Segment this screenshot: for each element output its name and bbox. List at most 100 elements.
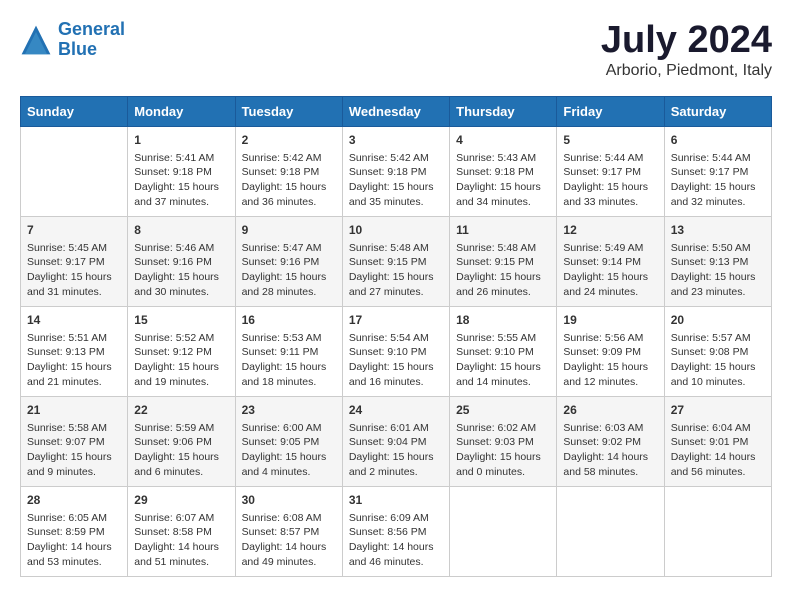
sunrise-text: Sunrise: 5:54 AM — [349, 331, 443, 346]
sunset-text: Sunset: 9:18 PM — [349, 165, 443, 180]
daylight-text: Daylight: 15 hours and 27 minutes. — [349, 270, 443, 299]
day-number: 18 — [456, 312, 550, 329]
daylight-text: Daylight: 15 hours and 31 minutes. — [27, 270, 121, 299]
calendar-cell: 21Sunrise: 5:58 AMSunset: 9:07 PMDayligh… — [21, 396, 128, 486]
sunrise-text: Sunrise: 5:52 AM — [134, 331, 228, 346]
calendar-week-row: 14Sunrise: 5:51 AMSunset: 9:13 PMDayligh… — [21, 306, 772, 396]
daylight-text: Daylight: 15 hours and 9 minutes. — [27, 450, 121, 479]
calendar-cell: 19Sunrise: 5:56 AMSunset: 9:09 PMDayligh… — [557, 306, 664, 396]
daylight-text: Daylight: 15 hours and 36 minutes. — [242, 180, 336, 209]
sunrise-text: Sunrise: 6:07 AM — [134, 511, 228, 526]
calendar-cell: 25Sunrise: 6:02 AMSunset: 9:03 PMDayligh… — [450, 396, 557, 486]
sunrise-text: Sunrise: 5:49 AM — [563, 241, 657, 256]
sunrise-text: Sunrise: 6:05 AM — [27, 511, 121, 526]
sunrise-text: Sunrise: 5:42 AM — [242, 151, 336, 166]
calendar-cell: 10 Sunrise: 5:48 AMSunset: 9:15 PMDayligh… — [342, 216, 449, 306]
calendar-cell: 4Sunrise: 5:43 AMSunset: 9:18 PMDaylight… — [450, 126, 557, 216]
calendar-week-row: 1Sunrise: 5:41 AMSunset: 9:18 PMDaylight… — [21, 126, 772, 216]
calendar-cell: 23Sunrise: 6:00 AMSunset: 9:05 PMDayligh… — [235, 396, 342, 486]
daylight-text: Daylight: 15 hours and 16 minutes. — [349, 360, 443, 389]
day-number: 13 — [671, 222, 765, 239]
day-number: 8 — [134, 222, 228, 239]
day-number: 16 — [242, 312, 336, 329]
calendar-cell: 20Sunrise: 5:57 AMSunset: 9:08 PMDayligh… — [664, 306, 771, 396]
logo: General Blue — [20, 20, 125, 60]
weekday-header-sunday: Sunday — [21, 96, 128, 126]
calendar-cell: 6Sunrise: 5:44 AMSunset: 9:17 PMDaylight… — [664, 126, 771, 216]
day-number: 2 — [242, 132, 336, 149]
calendar-cell: 29Sunrise: 6:07 AMSunset: 8:58 PMDayligh… — [128, 486, 235, 576]
day-number: 31 — [349, 492, 443, 509]
day-number: 5 — [563, 132, 657, 149]
day-number: 19 — [563, 312, 657, 329]
day-number: 29 — [134, 492, 228, 509]
calendar-cell: 2Sunrise: 5:42 AMSunset: 9:18 PMDaylight… — [235, 126, 342, 216]
calendar-cell: 18Sunrise: 5:55 AMSunset: 9:10 PMDayligh… — [450, 306, 557, 396]
sunset-text: Sunset: 8:56 PM — [349, 525, 443, 540]
daylight-text: Daylight: 15 hours and 10 minutes. — [671, 360, 765, 389]
sunset-text: Sunset: 9:15 PM — [456, 255, 550, 270]
sunset-text: Sunset: 9:15 PM — [349, 255, 443, 270]
calendar-body: 1Sunrise: 5:41 AMSunset: 9:18 PMDaylight… — [21, 126, 772, 576]
sunset-text: Sunset: 9:13 PM — [671, 255, 765, 270]
daylight-text: Daylight: 15 hours and 14 minutes. — [456, 360, 550, 389]
sunset-text: Sunset: 9:16 PM — [134, 255, 228, 270]
sunset-text: Sunset: 9:14 PM — [563, 255, 657, 270]
day-number: 21 — [27, 402, 121, 419]
sunset-text: Sunset: 9:17 PM — [27, 255, 121, 270]
location-subtitle: Arborio, Piedmont, Italy — [601, 62, 772, 80]
day-number: 3 — [349, 132, 443, 149]
sunset-text: Sunset: 9:11 PM — [242, 345, 336, 360]
weekday-header-tuesday: Tuesday — [235, 96, 342, 126]
sunrise-text: Sunrise: 5:56 AM — [563, 331, 657, 346]
sunset-text: Sunset: 9:05 PM — [242, 435, 336, 450]
calendar-cell: 8Sunrise: 5:46 AMSunset: 9:16 PMDaylight… — [128, 216, 235, 306]
daylight-text: Daylight: 14 hours and 56 minutes. — [671, 450, 765, 479]
daylight-text: Daylight: 14 hours and 53 minutes. — [27, 540, 121, 569]
weekday-header-monday: Monday — [128, 96, 235, 126]
daylight-text: Daylight: 15 hours and 2 minutes. — [349, 450, 443, 479]
sunrise-text: Sunrise: 6:01 AM — [349, 421, 443, 436]
sunrise-text: Sunrise: 5:48 AM — [349, 241, 443, 256]
calendar-cell: 3Sunrise: 5:42 AMSunset: 9:18 PMDaylight… — [342, 126, 449, 216]
sunrise-text: Sunrise: 6:02 AM — [456, 421, 550, 436]
daylight-text: Daylight: 15 hours and 26 minutes. — [456, 270, 550, 299]
sunset-text: Sunset: 9:17 PM — [671, 165, 765, 180]
sunset-text: Sunset: 9:10 PM — [456, 345, 550, 360]
day-number: 15 — [134, 312, 228, 329]
sunset-text: Sunset: 9:03 PM — [456, 435, 550, 450]
sunrise-text: Sunrise: 5:59 AM — [134, 421, 228, 436]
calendar-cell: 11 Sunrise: 5:48 AMSunset: 9:15 PMDayligh… — [450, 216, 557, 306]
weekday-header-wednesday: Wednesday — [342, 96, 449, 126]
calendar-cell: 13Sunrise: 5:50 AMSunset: 9:13 PMDayligh… — [664, 216, 771, 306]
sunset-text: Sunset: 9:09 PM — [563, 345, 657, 360]
calendar-header: SundayMondayTuesdayWednesdayThursdayFrid… — [21, 96, 772, 126]
sunset-text: Sunset: 8:59 PM — [27, 525, 121, 540]
day-number: 11 — [456, 222, 550, 239]
logo-icon — [20, 24, 52, 56]
calendar-week-row: 7Sunrise: 5:45 AMSunset: 9:17 PMDaylight… — [21, 216, 772, 306]
logo-line1: General — [58, 19, 125, 39]
sunrise-text: Sunrise: 5:48 AM — [456, 241, 550, 256]
calendar-cell: 22Sunrise: 5:59 AMSunset: 9:06 PMDayligh… — [128, 396, 235, 486]
calendar-week-row: 28Sunrise: 6:05 AMSunset: 8:59 PMDayligh… — [21, 486, 772, 576]
weekday-header-friday: Friday — [557, 96, 664, 126]
sunset-text: Sunset: 9:16 PM — [242, 255, 336, 270]
sunrise-text: Sunrise: 5:44 AM — [563, 151, 657, 166]
sunrise-text: Sunrise: 5:41 AM — [134, 151, 228, 166]
sunset-text: Sunset: 9:18 PM — [456, 165, 550, 180]
daylight-text: Daylight: 14 hours and 58 minutes. — [563, 450, 657, 479]
daylight-text: Daylight: 15 hours and 4 minutes. — [242, 450, 336, 479]
sunset-text: Sunset: 9:18 PM — [134, 165, 228, 180]
daylight-text: Daylight: 15 hours and 33 minutes. — [563, 180, 657, 209]
day-number: 17 — [349, 312, 443, 329]
calendar-cell — [21, 126, 128, 216]
sunrise-text: Sunrise: 5:42 AM — [349, 151, 443, 166]
sunset-text: Sunset: 9:02 PM — [563, 435, 657, 450]
sunset-text: Sunset: 9:06 PM — [134, 435, 228, 450]
sunrise-text: Sunrise: 6:00 AM — [242, 421, 336, 436]
weekday-header-saturday: Saturday — [664, 96, 771, 126]
day-number: 10 — [349, 222, 443, 239]
logo-line2: Blue — [58, 39, 97, 59]
sunset-text: Sunset: 9:08 PM — [671, 345, 765, 360]
